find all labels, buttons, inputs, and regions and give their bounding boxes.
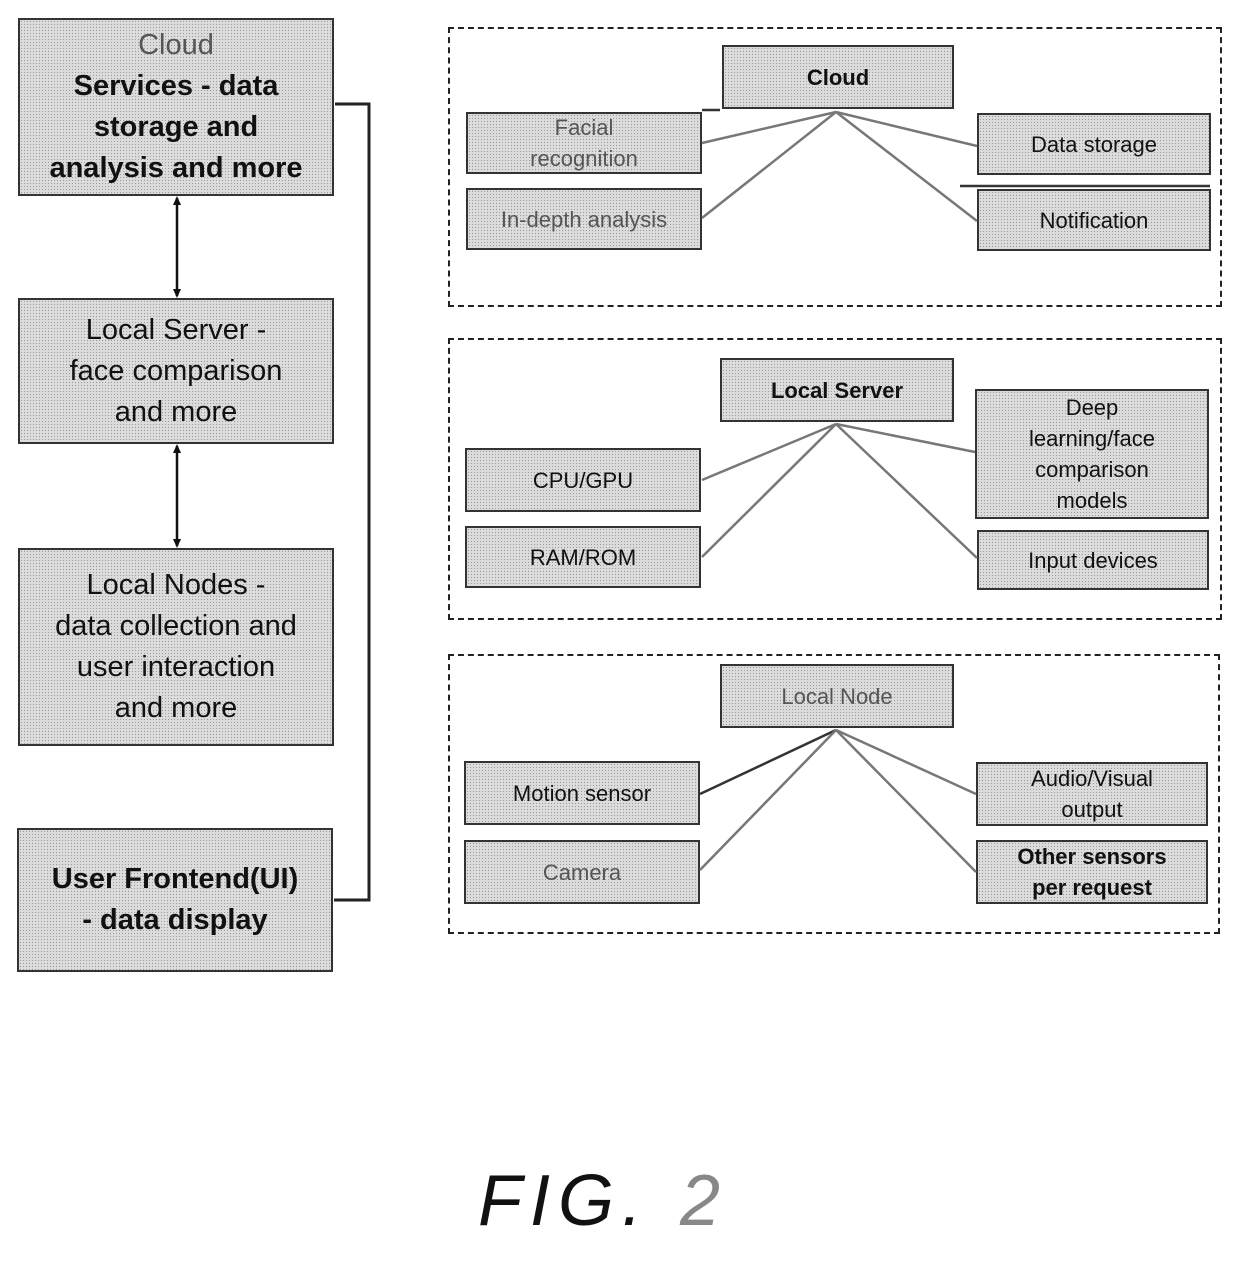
motion-sensor-node: Motion sensor bbox=[464, 761, 700, 825]
local-node-hub-label: Local Node bbox=[781, 683, 893, 709]
cloud-services-title: Cloud bbox=[138, 29, 214, 61]
audio-visual-output-node: Audio/Visual output bbox=[976, 762, 1208, 826]
cpu-gpu-node: CPU/GPU bbox=[465, 448, 701, 512]
audio-visual-output-label: Audio/Visual output bbox=[1031, 766, 1153, 822]
arrowhead-down-icon bbox=[173, 289, 181, 298]
local-server-label: Local Server - face comparison and more bbox=[69, 313, 283, 428]
cloud-hub-node: Cloud bbox=[722, 45, 954, 109]
figure-number: 2 bbox=[680, 1161, 729, 1241]
local-server-box: Local Server - face comparison and more bbox=[18, 298, 334, 444]
local-server-hub-node: Local Server bbox=[720, 358, 954, 422]
camera-label: Camera bbox=[542, 859, 622, 885]
motion-sensor-label: Motion sensor bbox=[512, 780, 652, 806]
input-devices-label: Input devices bbox=[1028, 547, 1158, 573]
figure-prefix: FIG. bbox=[478, 1161, 650, 1241]
frontend-cloud-connector bbox=[334, 102, 371, 902]
local-node-hub-node: Local Node bbox=[720, 664, 954, 728]
figure-label: FIG. 2 bbox=[478, 1160, 728, 1242]
input-devices-node: Input devices bbox=[977, 530, 1209, 590]
arrowhead-up-icon bbox=[173, 444, 181, 453]
user-frontend-box: User Frontend(UI) - data display bbox=[17, 828, 333, 972]
camera-node: Camera bbox=[464, 840, 700, 904]
facial-recognition-node: Facial recognition bbox=[466, 112, 702, 174]
deep-learning-models-node: Deep learning/face comparison models bbox=[975, 389, 1209, 519]
data-storage-label: Data storage bbox=[1031, 131, 1157, 157]
user-frontend-label: User Frontend(UI) - data display bbox=[51, 863, 299, 936]
arrowhead-up-icon bbox=[173, 196, 181, 205]
ram-rom-node: RAM/ROM bbox=[465, 526, 701, 588]
cpu-gpu-label: CPU/GPU bbox=[532, 467, 634, 493]
notification-node: Notification bbox=[977, 189, 1211, 251]
cloud-services-description: Services - data storage and analysis and… bbox=[49, 70, 303, 184]
cloud-services-box: Cloud Services - data storage and analys… bbox=[18, 18, 334, 196]
in-depth-analysis-node: In-depth analysis bbox=[466, 188, 702, 250]
notification-label: Notification bbox=[1039, 207, 1149, 233]
local-nodes-label: Local Nodes - data collection and user i… bbox=[55, 569, 297, 724]
deep-learning-models-label: Deep learning/face comparison models bbox=[1029, 395, 1155, 513]
data-storage-node: Data storage bbox=[977, 113, 1211, 175]
cloud-hub-label: Cloud bbox=[806, 64, 870, 90]
other-sensors-label: Other sensors per request bbox=[1017, 844, 1167, 900]
other-sensors-node: Other sensors per request bbox=[976, 840, 1208, 904]
local-server-hub-label: Local Server bbox=[770, 377, 904, 403]
in-depth-analysis-label: In-depth analysis bbox=[500, 206, 668, 232]
arrowhead-down-icon bbox=[173, 539, 181, 548]
local-nodes-box: Local Nodes - data collection and user i… bbox=[18, 548, 334, 746]
ram-rom-label: RAM/ROM bbox=[529, 544, 637, 570]
facial-recognition-label: Facial recognition bbox=[530, 115, 638, 171]
